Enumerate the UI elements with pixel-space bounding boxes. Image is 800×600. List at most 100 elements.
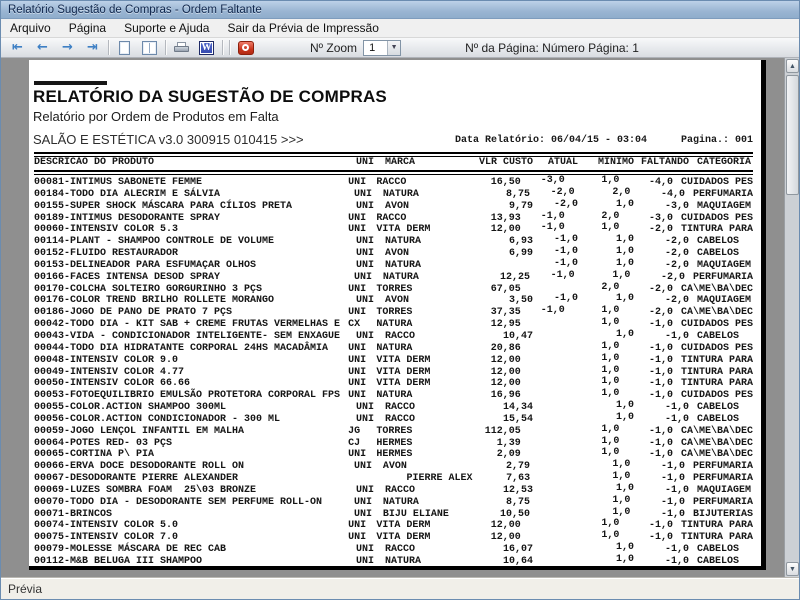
toolbar-separator — [165, 40, 166, 55]
cell-current-stock — [521, 376, 565, 388]
cell-minimum-stock: 1,0 — [578, 293, 634, 305]
cell-product-description: 00170-COLCHA SOLTEIRO GORGURINHO 3 PÇS — [34, 284, 348, 296]
cell-missing-qty: -2,0 — [634, 295, 689, 307]
cell-unit: UNI — [348, 355, 376, 367]
cell-unit: UNI — [356, 201, 385, 213]
scroll-up-icon[interactable]: ▲ — [786, 59, 799, 73]
cell-category: PERFUMARIA — [685, 473, 753, 485]
cell-unit: JG — [348, 426, 376, 438]
cell-cost-value: 2,09 — [463, 449, 521, 461]
cell-unit: UNI — [356, 485, 385, 497]
cell-unit: UNI — [348, 390, 376, 402]
printer-icon — [174, 42, 189, 54]
scroll-down-icon[interactable]: ▼ — [786, 562, 799, 576]
cell-brand: NATURA — [383, 497, 471, 509]
cell-product-description: 00059-JOGO LENÇOL INFANTIL EM MALHA — [34, 426, 348, 438]
status-bar: Prévia — [1, 577, 799, 599]
cell-minimum-stock: 1,0 — [575, 471, 631, 483]
cell-unit: UNI — [356, 402, 385, 414]
cell-brand: RACCO — [376, 213, 463, 225]
table-row: 00042-TODO DIA - KIT SAB + CREME FRUTAS … — [34, 319, 753, 331]
cell-brand: TORRES — [376, 426, 463, 438]
cell-minimum-stock: 1,0 — [565, 436, 620, 448]
zoom-value: 1 — [364, 42, 387, 54]
table-row: 00184-TODO DIA ALECRIM E SÁLVIA UNI NATU… — [34, 189, 753, 201]
cell-current-stock: -1,0 — [533, 258, 578, 270]
cell-minimum-stock: 1,0 — [565, 530, 620, 542]
single-page-view-button[interactable] — [112, 39, 137, 57]
cell-brand: AVON — [385, 201, 474, 213]
exit-preview-button[interactable] — [233, 39, 258, 57]
cell-missing-qty: -1,0 — [619, 438, 673, 450]
cell-cost-value: 112,05 — [463, 426, 521, 438]
table-row: 00166-FACES INTENSA DESOD SPRAY UNI NATU… — [34, 272, 753, 284]
next-page-icon: → — [62, 41, 73, 54]
scrollbar-thumb[interactable] — [786, 75, 799, 195]
cell-current-stock: -3,0 — [521, 175, 565, 187]
menu-sair-da-previa[interactable]: Sair da Prévia de Impressão — [218, 19, 387, 37]
first-page-icon: ⇤ — [12, 41, 23, 54]
cell-current-stock — [521, 388, 565, 400]
cell-category: CUIDADOS PES — [673, 390, 753, 402]
last-page-button[interactable]: ⇥ — [80, 39, 105, 57]
next-page-button[interactable]: → — [55, 39, 80, 57]
cell-missing-qty: -2,0 — [634, 236, 689, 248]
cell-cost-value: 12,00 — [463, 532, 521, 544]
table-row: 00153-DELINEADOR PARA ESFUMAÇAR OLHOS UN… — [34, 260, 753, 272]
cell-brand: VITA DERM — [376, 367, 463, 379]
cell-minimum-stock: 1,0 — [578, 329, 634, 341]
menu-suporte-e-ajuda[interactable]: Suporte e Ajuda — [115, 19, 218, 37]
cell-unit: UNI — [354, 461, 383, 473]
cell-product-description: 00056-COLOR.ACTION CONDICIONADOR - 300 M… — [34, 414, 356, 426]
cell-current-stock — [521, 566, 565, 570]
menu-arquivo[interactable]: Arquivo — [1, 19, 60, 37]
cell-minimum-stock: 1,0 — [578, 483, 634, 495]
print-button[interactable] — [169, 39, 194, 57]
title-bar: Relatório Sugestão de Compras - Ordem Fa… — [1, 1, 799, 19]
cell-cost-value: 67,05 — [463, 284, 521, 296]
previous-page-button[interactable]: ← — [30, 39, 55, 57]
cell-product-description: 00070-TODO DIA - DESODORANTE SEM PERFUME… — [34, 497, 354, 509]
cell-product-description: 00053-FOTOEQUILIBRIO EMULSÃO PROTETORA C… — [34, 390, 348, 402]
cell-unit: UNI — [356, 248, 385, 260]
cell-category: CUIDADOS PES — [673, 213, 753, 225]
cell-category: TINTURA PARA — [673, 224, 753, 236]
cell-category: MAQUIAGEM — [689, 295, 753, 307]
cell-cost-value: 8,75 — [471, 497, 530, 509]
export-word-button[interactable]: W — [194, 39, 219, 57]
zoom-select[interactable]: 1 ▼ — [363, 40, 401, 56]
menu-pagina[interactable]: Página — [60, 19, 115, 37]
cell-product-description: 00066-ERVA DOCE DESODORANTE ROLL ON — [34, 461, 354, 473]
cell-current-stock — [530, 507, 575, 519]
cell-minimum-stock: 1,0 — [565, 175, 620, 187]
header-current: ATUAL — [533, 157, 578, 168]
cell-missing-qty: -1,0 — [634, 402, 689, 414]
vertical-scrollbar[interactable]: ▲ ▼ — [784, 58, 799, 577]
toolbar-separator — [108, 40, 109, 55]
cell-missing-qty: -1,0 — [634, 485, 689, 497]
cell-current-stock — [521, 353, 565, 365]
cell-category: TINTURA PARA — [673, 520, 753, 532]
cell-product-description: 00166-FACES INTENSA DESOD SPRAY — [34, 272, 354, 284]
cell-minimum-stock: 1,0 — [578, 246, 634, 258]
table-row: 00065-CORTINA P\ PIA UNI HERMES 2,09 1,0… — [34, 449, 753, 461]
cell-current-stock: -1,0 — [533, 246, 578, 258]
cell-product-description: 00079-MOLESSE MÁSCARA DE REC CAB — [34, 544, 356, 556]
two-page-view-button[interactable] — [137, 39, 162, 57]
cell-category: PERFUMARIA — [685, 497, 753, 509]
cell-missing-qty: -1,0 — [619, 426, 673, 438]
chevron-down-icon[interactable]: ▼ — [387, 41, 400, 55]
cell-minimum-stock: 1,0 — [565, 341, 620, 353]
cell-current-stock — [521, 436, 565, 448]
cell-minimum-stock: 1,0 — [578, 400, 634, 412]
cell-minimum-stock: 1,0 — [565, 365, 620, 377]
table-row: 00189-INTIMUS DESODORANTE SPRAY UNI RACC… — [34, 213, 753, 225]
first-page-button[interactable]: ⇤ — [5, 39, 30, 57]
cell-unit: UNI — [354, 509, 383, 521]
toolbar-separator — [222, 40, 223, 55]
cell-product-description: 00189-INTIMUS DESODORANTE SPRAY — [34, 213, 348, 225]
cell-unit: UNI — [348, 532, 376, 544]
cell-unit: UNI — [356, 414, 385, 426]
cell-cost-value: 2,79 — [471, 461, 530, 473]
cell-missing-qty: -1,0 — [630, 509, 685, 521]
